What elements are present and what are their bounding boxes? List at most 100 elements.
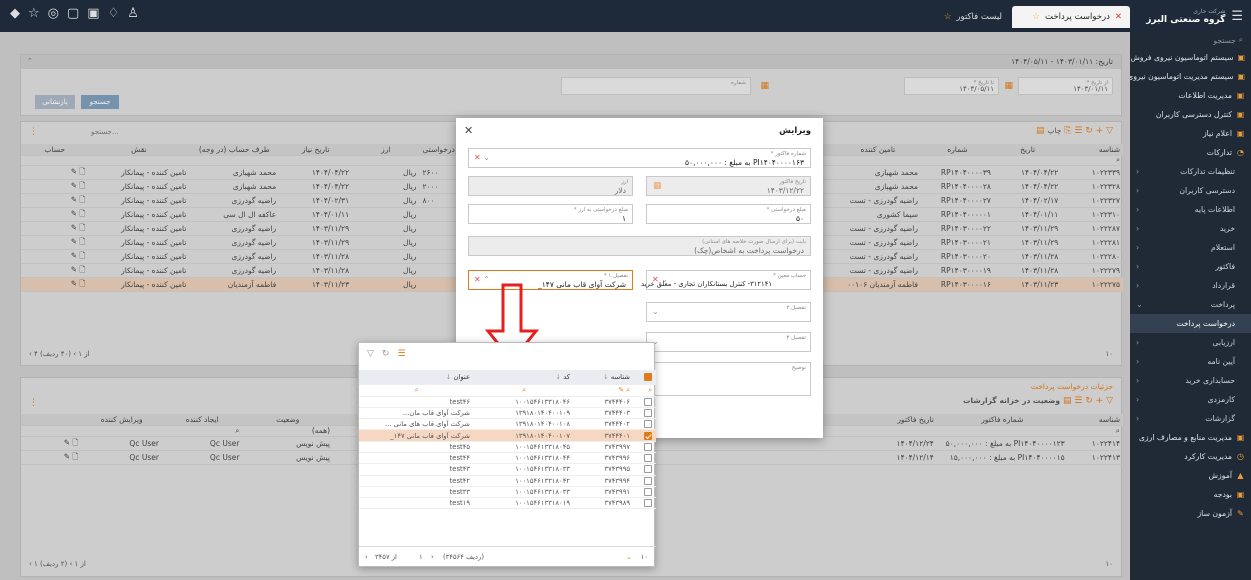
bell-icon[interactable]: ♢ bbox=[108, 6, 120, 21]
sidebar-item-sales-management[interactable]: ▣ سیستم مدیریت اتوماسیون نیروی فروش bbox=[1104, 67, 1251, 86]
sidebar-item-user-access[interactable]: دسترسی کاربران ‹ bbox=[1130, 181, 1251, 200]
filter-icon[interactable]: ▽ bbox=[367, 349, 374, 359]
list-item[interactable]: ۳۷۴۳۹۹۴ ۱۰۰۱۵۴۶۱۳۳۱۸۰۴۲ test۴۲ bbox=[359, 475, 656, 487]
search-icon[interactable]: ⌕ bbox=[359, 384, 474, 397]
page-size-select[interactable]: ۱۰ bbox=[641, 553, 648, 561]
row-checkbox[interactable] bbox=[644, 408, 652, 417]
item-code: ۱۰۰۱۵۴۶۱۳۳۱۸۰۳۳ bbox=[474, 463, 574, 476]
sidebar-item-purchase-accounting[interactable]: حسابداری خرید ‹ bbox=[1130, 371, 1251, 390]
sidebar-item-inquiry[interactable]: استعلام ‹ bbox=[1130, 238, 1251, 257]
sidebar-item-exam-builder[interactable]: ✎ آزمون ساز bbox=[1130, 504, 1251, 523]
requested-amount-currency-field[interactable]: مبلغ درخواستی به ارز * ۱ bbox=[468, 204, 633, 224]
chevron-down-icon: ⌄ bbox=[1136, 300, 1143, 309]
row-checkbox[interactable] bbox=[644, 499, 652, 508]
col-id[interactable]: شناسه ↓ bbox=[574, 370, 634, 385]
sidebar-item-payment[interactable]: پرداخت ⌄ bbox=[1130, 295, 1251, 314]
notes-field[interactable]: توضیح bbox=[646, 362, 811, 396]
menu-icon[interactable]: ☰ bbox=[1231, 9, 1243, 24]
clear-icon[interactable]: ✕ bbox=[474, 153, 481, 162]
sidebar-item-sales-automation[interactable]: ▣ سیستم اتوماسیون نیروی فروش bbox=[1130, 48, 1251, 67]
sidebar-item-label: تدارکات bbox=[1206, 148, 1232, 157]
sidebar-item-base-info[interactable]: اطلاعات پایه ‹ bbox=[1130, 200, 1251, 219]
item-title: شرکت آوای قاب مانی ۱۴۷_ bbox=[359, 429, 474, 442]
close-icon[interactable]: ✕ bbox=[464, 124, 473, 137]
row-checkbox[interactable] bbox=[644, 465, 652, 474]
chevron-down-icon[interactable]: ⌄ bbox=[626, 553, 632, 561]
user-icon[interactable]: ♙ bbox=[127, 6, 139, 21]
sidebar-item-payment-request[interactable]: درخواست پرداخت bbox=[1130, 314, 1251, 333]
table-header: شناسه ↓ کد ↓ عنوان ↓ bbox=[359, 370, 656, 385]
close-icon[interactable]: ✕ bbox=[1115, 12, 1122, 22]
favorites-icon[interactable]: ☆ bbox=[28, 6, 40, 21]
clear-icon[interactable]: ✕ bbox=[474, 275, 481, 284]
pager-next-icon[interactable]: › bbox=[431, 553, 434, 561]
detail2-field[interactable]: تفصیل ۲ ⌄ bbox=[646, 302, 811, 322]
sidebar-item-procurement-settings[interactable]: تنظیمات تدارکات ‹ bbox=[1130, 162, 1251, 181]
tab-payment-request[interactable]: ✕ درخواست پرداخت ☆ bbox=[1012, 6, 1130, 28]
sidebar-item-currency-resources[interactable]: ▣ مدیریت منابع و مصارف ارزی bbox=[1130, 428, 1251, 447]
refresh-icon[interactable]: ↻ bbox=[382, 349, 390, 359]
settings-icon[interactable]: ☰ bbox=[397, 349, 405, 359]
col-title[interactable]: عنوان ↓ bbox=[359, 370, 474, 385]
sidebar-item-training[interactable]: ▲ آموزش bbox=[1130, 466, 1251, 485]
chevron-down-icon[interactable]: ⌄ bbox=[481, 153, 490, 162]
currency-value: دلار bbox=[614, 186, 626, 195]
list-item[interactable]: ۳۷۴۴۴۰۲ ۱۳۹۱۸۰۱۴۰۴۰۰۱۰۸ شرکت آوای قاب های … bbox=[359, 418, 656, 431]
chevron-down-icon[interactable]: ⌄ bbox=[659, 275, 668, 284]
company-selector[interactable]: ☰ شرکت جاری گروه صنعتی البرز bbox=[1131, 0, 1251, 32]
pager-page[interactable]: ۱ bbox=[419, 553, 423, 561]
invoice-number-field[interactable]: شماره فاکتور * PI۱۴۰۴۰۰۰۰۱۶۳ به مبلغ : ۵… bbox=[468, 148, 811, 168]
sidebar-item-evaluation[interactable]: ارزیابی ‹ bbox=[1130, 333, 1251, 352]
sidebar-item-access-control[interactable]: ▣ کنترل دسترسی کاربران bbox=[1130, 105, 1251, 124]
row-checkbox[interactable] bbox=[644, 454, 652, 463]
list-item[interactable]: ۳۷۴۳۹۹۵ ۱۰۰۱۵۴۶۱۳۳۱۸۰۳۳ test۴۳ bbox=[359, 463, 656, 476]
cart-icon: ◔ bbox=[1237, 148, 1244, 157]
list-item-selected[interactable]: ۳۷۴۴۴۰۱ ۱۳۹۱۸۰۱۴۰۴۰۰۱۰۷ شرکت آوای قاب مانی… bbox=[359, 429, 656, 442]
list-item[interactable]: ۳۷۴۳۹۸۹ ۱۰۰۱۵۴۶۱۳۳۱۸۰۱۹ test۱۹ bbox=[359, 497, 656, 510]
logo-icon[interactable]: ◆ bbox=[10, 6, 20, 21]
row-checkbox[interactable] bbox=[644, 476, 652, 485]
sidebar-item-reports[interactable]: گزارشات ‹ bbox=[1130, 409, 1251, 428]
list-item[interactable]: ۳۷۴۳۹۹۷ ۱۰۰۱۵۴۶۱۳۳۱۸۰۴۵ test۴۵ bbox=[359, 441, 656, 453]
search-icon[interactable]: ⌕ bbox=[474, 384, 574, 397]
select-all-checkbox[interactable] bbox=[634, 370, 656, 385]
detail3-field[interactable]: تفصیل ۳ ⌄ bbox=[646, 332, 811, 352]
list-item[interactable]: ۳۷۴۳۹۹۱ ۱۰۰۱۵۴۶۱۳۳۱۸۰۳۳ test۳۳ bbox=[359, 486, 656, 499]
clear-icon[interactable]: ✕ bbox=[652, 275, 659, 284]
row-checkbox[interactable] bbox=[644, 420, 652, 429]
calendar-icon[interactable]: ▣ bbox=[87, 6, 99, 21]
chevron-left-icon: ‹ bbox=[1136, 262, 1140, 271]
requested-amount-field[interactable]: مبلغ درخواستی * ۵۰ bbox=[646, 204, 811, 224]
star-icon[interactable]: ☆ bbox=[1032, 12, 1040, 22]
list-item[interactable]: ۳۷۴۴۴۰۶ ۱۰۰۱۵۴۶۱۳۳۱۸۰۴۶ test۴۶ bbox=[359, 396, 656, 408]
chevron-left-icon: ‹ bbox=[1136, 243, 1140, 252]
sidebar-search[interactable]: ⌕ جستجو bbox=[1130, 32, 1251, 48]
pager-prev-icon[interactable]: ‹ bbox=[365, 553, 368, 561]
sidebar-item-budget[interactable]: ▣ بودجه bbox=[1130, 485, 1251, 504]
sidebar-item-invoice[interactable]: فاکتور ‹ bbox=[1130, 257, 1251, 276]
row-checkbox[interactable] bbox=[644, 442, 652, 451]
sidebar-item-regulation[interactable]: آیین نامه ‹ bbox=[1130, 352, 1251, 371]
sidebar-item-commission[interactable]: کارمزدی ‹ bbox=[1130, 390, 1251, 409]
sidebar-item-info-management[interactable]: ▣ مدیریت اطلاعات bbox=[1130, 86, 1251, 105]
chat-icon[interactable]: ▢ bbox=[67, 6, 79, 21]
tab-invoice-list[interactable]: لیست فاکتور ☆ bbox=[924, 6, 1010, 28]
search-icon[interactable]: ⌕ bbox=[634, 384, 656, 397]
sidebar-item-purchase[interactable]: خرید ‹ bbox=[1130, 219, 1251, 238]
chevron-down-icon[interactable]: ⌄ bbox=[652, 307, 662, 316]
sidebar-item-need-announcement[interactable]: ▣ اعلام نیاز bbox=[1130, 124, 1251, 143]
account-field[interactable]: حساب معین * ۳۱۲۱۴۱- کنترل بستانکاران تجا… bbox=[641, 270, 811, 290]
field-controls: ✕ ⌄ bbox=[474, 153, 493, 162]
list-item[interactable]: ۳۷۴۴۴۰۳ ۱۳۹۱۸۰۱۴۰۴۰۰۱۰۹ شرکت آوای قاب مان.… bbox=[359, 407, 656, 420]
row-checkbox[interactable] bbox=[644, 488, 652, 497]
sidebar-item-procurement[interactable]: ◔ تدارکات bbox=[1130, 143, 1251, 162]
row-checkbox[interactable] bbox=[644, 431, 652, 440]
row-checkbox[interactable] bbox=[644, 397, 652, 406]
globe-icon[interactable]: ◎ bbox=[48, 6, 59, 21]
star-icon[interactable]: ☆ bbox=[944, 12, 952, 22]
sidebar-item-work-management[interactable]: ◷ مدیریت کارکرد bbox=[1130, 447, 1251, 466]
sidebar-item-contract[interactable]: قرارداد ‹ bbox=[1130, 276, 1251, 295]
col-code[interactable]: کد ↓ bbox=[474, 370, 574, 385]
search-icon[interactable]: ⌕ ✎ bbox=[574, 384, 634, 397]
list-item[interactable]: ۳۷۴۳۹۹۶ ۱۰۰۱۵۴۶۱۳۳۱۸۰۴۴ test۴۴ bbox=[359, 452, 656, 465]
